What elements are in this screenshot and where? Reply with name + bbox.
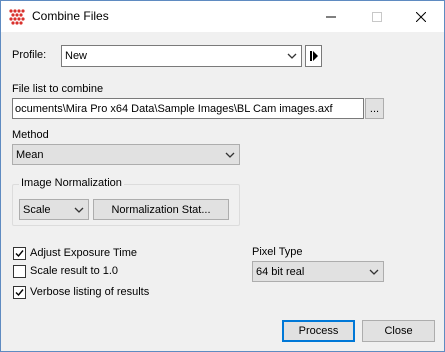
normalization-stats-label: Normalization Stat... <box>111 203 211 216</box>
browse-button[interactable]: ... <box>365 98 384 119</box>
close-window-button[interactable] <box>398 1 444 32</box>
method-label: Method <box>12 129 49 141</box>
process-label: Process <box>298 325 339 337</box>
normalization-stats-button[interactable]: Normalization Stat... <box>93 199 229 220</box>
image-normalization-title: Image Normalization <box>19 177 124 189</box>
pixel-type-label: Pixel Type <box>252 246 303 258</box>
minimize-icon <box>326 16 336 17</box>
adjust-exposure-checkbox[interactable] <box>13 247 26 260</box>
file-list-label: File list to combine <box>12 83 104 95</box>
app-icon <box>9 9 25 25</box>
profile-menu-button[interactable] <box>305 45 322 67</box>
method-select[interactable]: Mean <box>12 144 240 165</box>
method-value: Mean <box>16 148 44 161</box>
chevron-down-icon <box>369 269 379 275</box>
checkmark-icon <box>15 289 24 297</box>
close-label: Close <box>384 325 413 337</box>
combine-files-dialog: Combine Files Profile: New File list to … <box>0 0 445 352</box>
chevron-down-icon <box>74 207 84 213</box>
verbose-listing-label[interactable]: Verbose listing of results <box>30 286 149 298</box>
close-button[interactable]: Close <box>362 320 435 342</box>
file-list-value: ocuments\Mira Pro x64 Data\Sample Images… <box>15 102 333 115</box>
checkmark-icon <box>15 250 24 258</box>
scale-result-checkbox[interactable] <box>13 265 26 278</box>
pixel-type-value: 64 bit real <box>256 265 305 278</box>
chevron-down-icon <box>287 53 297 59</box>
maximize-icon <box>372 11 382 22</box>
profile-value: New <box>65 50 88 62</box>
normalization-mode-value: Scale <box>23 203 51 216</box>
window-title: Combine Files <box>32 9 109 23</box>
adjust-exposure-label[interactable]: Adjust Exposure Time <box>30 247 137 259</box>
profile-label: Profile: <box>12 49 47 61</box>
scale-result-label[interactable]: Scale result to 1.0 <box>30 265 118 277</box>
browse-label: ... <box>369 102 380 115</box>
close-icon <box>416 11 426 22</box>
pixel-type-select[interactable]: 64 bit real <box>252 261 384 282</box>
play-arrow-icon <box>309 51 318 61</box>
verbose-listing-checkbox[interactable] <box>13 286 26 299</box>
profile-select[interactable]: New <box>61 45 302 67</box>
maximize-button <box>354 1 400 32</box>
file-list-input[interactable]: ocuments\Mira Pro x64 Data\Sample Images… <box>12 98 364 119</box>
minimize-button[interactable] <box>308 1 354 32</box>
normalization-mode-select[interactable]: Scale <box>19 199 89 220</box>
process-button[interactable]: Process <box>282 320 355 342</box>
title-bar[interactable]: Combine Files <box>1 1 444 32</box>
chevron-down-icon <box>225 152 235 158</box>
